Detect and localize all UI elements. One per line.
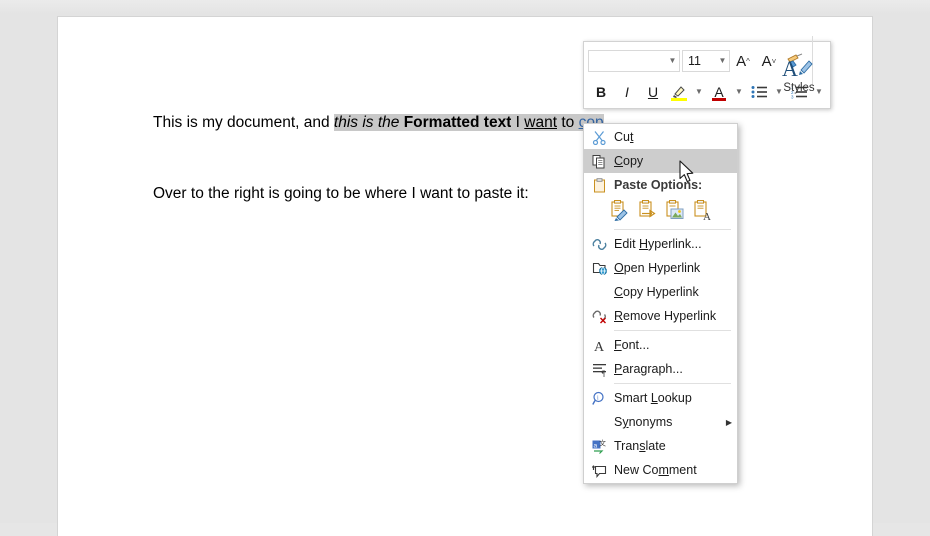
styles-button[interactable]: A Styles (771, 46, 827, 104)
context-menu[interactable]: Cut Copy Paste Options: A Edit Hyperlink… (583, 123, 738, 484)
context-menu-item-new-comment[interactable]: New Comment (584, 458, 737, 482)
paste-keep-text-only-icon[interactable]: A (692, 199, 713, 226)
font-color-button[interactable]: A (706, 79, 732, 105)
context-menu-item-copy-hyperlink[interactable]: Copy Hyperlink (584, 280, 737, 304)
underline-label: U (647, 84, 659, 100)
context-menu-label-cut: Cut (614, 130, 634, 144)
context-menu-item-open-hyperlink[interactable]: Open Hyperlink (584, 256, 737, 280)
italic-button[interactable]: I (614, 79, 640, 105)
translate-icon: a 文 (584, 439, 614, 454)
context-menu-item-translate[interactable]: a 文 Translate (584, 434, 737, 458)
chevron-down-icon: ▼ (695, 87, 703, 96)
paragraph1-after-bold-text: I (511, 114, 525, 131)
highlight-color-swatch (671, 98, 687, 101)
clipboard-icon (584, 177, 614, 193)
context-menu-label-edit-hyperlink: Edit Hyperlink... (614, 237, 702, 251)
context-menu-item-cut[interactable]: Cut (584, 125, 737, 149)
font-icon: A (584, 338, 614, 353)
remove-hyperlink-icon (584, 309, 614, 324)
svg-text:A: A (782, 56, 798, 80)
paragraph1-bold-text: Formatted text (403, 114, 512, 131)
copy-icon (584, 154, 614, 169)
edit-hyperlink-icon (584, 237, 614, 252)
context-menu-item-copy[interactable]: Copy (584, 149, 737, 173)
scissors-icon (584, 130, 614, 145)
svg-text:i: i (597, 395, 599, 401)
chevron-down-icon[interactable]: ▼ (668, 57, 677, 65)
paste-merge-formatting-icon[interactable] (636, 199, 657, 226)
caret-up-icon: ^ (746, 56, 750, 66)
paste-picture-icon[interactable] (664, 199, 685, 226)
context-menu-item-smart-lookup[interactable]: i Smart Lookup (584, 386, 737, 410)
context-menu-label-smart-lookup: Smart Lookup (614, 391, 692, 405)
bulleted-list-icon (751, 86, 767, 98)
smart-lookup-icon: i (584, 391, 614, 406)
styles-label: Styles (783, 82, 815, 94)
paste-options-icon-row: A (584, 197, 737, 227)
submenu-arrow-icon: ▶ (725, 417, 733, 427)
context-menu-item-synonyms[interactable]: Synonyms ▶ (584, 410, 737, 434)
paragraph1-between-text: to (557, 114, 579, 131)
svg-text:文: 文 (599, 439, 606, 448)
context-menu-label-paragraph: Paragraph... (614, 362, 683, 376)
font-size-value: 11 (688, 54, 701, 68)
grow-font-button[interactable]: A ^ (730, 48, 756, 74)
chevron-down-icon[interactable]: ▼ (718, 57, 727, 65)
context-menu-separator (614, 330, 731, 331)
italic-label: I (625, 84, 629, 100)
context-menu-item-edit-hyperlink[interactable]: Edit Hyperlink... (584, 232, 737, 256)
styles-icon: A (782, 56, 813, 80)
font-size-combobox[interactable]: 11 ▼ (682, 50, 730, 72)
grow-font-label: A (736, 52, 747, 70)
context-menu-separator (614, 383, 731, 384)
new-comment-icon (584, 463, 614, 478)
context-menu-label-font: Font... (614, 338, 650, 352)
font-name-combobox[interactable]: ▼ (588, 50, 680, 72)
bold-label: B (595, 84, 607, 100)
word-workspace: This is my document, and this is the For… (0, 0, 930, 536)
context-menu-separator (614, 229, 731, 230)
mini-formatting-toolbar[interactable]: ▼ 11 ▼ A ^ A ˅ B I U ▼ A ▼ ▼ 1 2 3 ▼ A S… (583, 36, 831, 109)
paragraph-icon: ¶ (584, 362, 614, 377)
context-menu-item-font[interactable]: A Font... (584, 333, 737, 357)
font-color-dropdown-arrow[interactable]: ▼ (732, 79, 746, 105)
paragraph1-plain-text: This is my document, and (153, 114, 334, 131)
bullets-button[interactable] (746, 79, 772, 105)
paragraph1-underlined-text: want (524, 114, 558, 131)
context-menu-label-synonyms: Synonyms (614, 415, 673, 429)
context-menu-label-copy-hyperlink: Copy Hyperlink (614, 285, 699, 299)
svg-text:¶: ¶ (601, 369, 605, 377)
svg-text:A: A (703, 211, 711, 221)
context-menu-paste-options-header: Paste Options: (584, 173, 737, 197)
context-menu-item-remove-hyperlink[interactable]: Remove Hyperlink (584, 304, 737, 328)
context-menu-label-translate: Translate (614, 439, 666, 453)
font-color-swatch (712, 98, 726, 101)
bold-button[interactable]: B (588, 79, 614, 105)
paste-keep-source-formatting-icon[interactable] (608, 199, 629, 226)
context-menu-item-paragraph[interactable]: ¶ Paragraph... (584, 357, 737, 381)
open-hyperlink-icon (584, 261, 614, 276)
chevron-down-icon: ▼ (735, 87, 743, 96)
context-menu-label-open-hyperlink: Open Hyperlink (614, 261, 701, 275)
paragraph1-italic-text: this is the (333, 114, 404, 131)
underline-button[interactable]: U (640, 79, 666, 105)
highlight-dropdown-arrow[interactable]: ▼ (692, 79, 706, 105)
svg-text:a: a (593, 442, 597, 449)
context-menu-label-paste-options: Paste Options: (614, 178, 703, 192)
svg-text:A: A (594, 340, 605, 353)
context-menu-label-remove-hyperlink: Remove Hyperlink (614, 309, 717, 323)
context-menu-label-copy: Copy (614, 154, 644, 168)
text-highlight-color-button[interactable] (666, 79, 692, 105)
context-menu-label-new-comment: New Comment (614, 463, 697, 477)
